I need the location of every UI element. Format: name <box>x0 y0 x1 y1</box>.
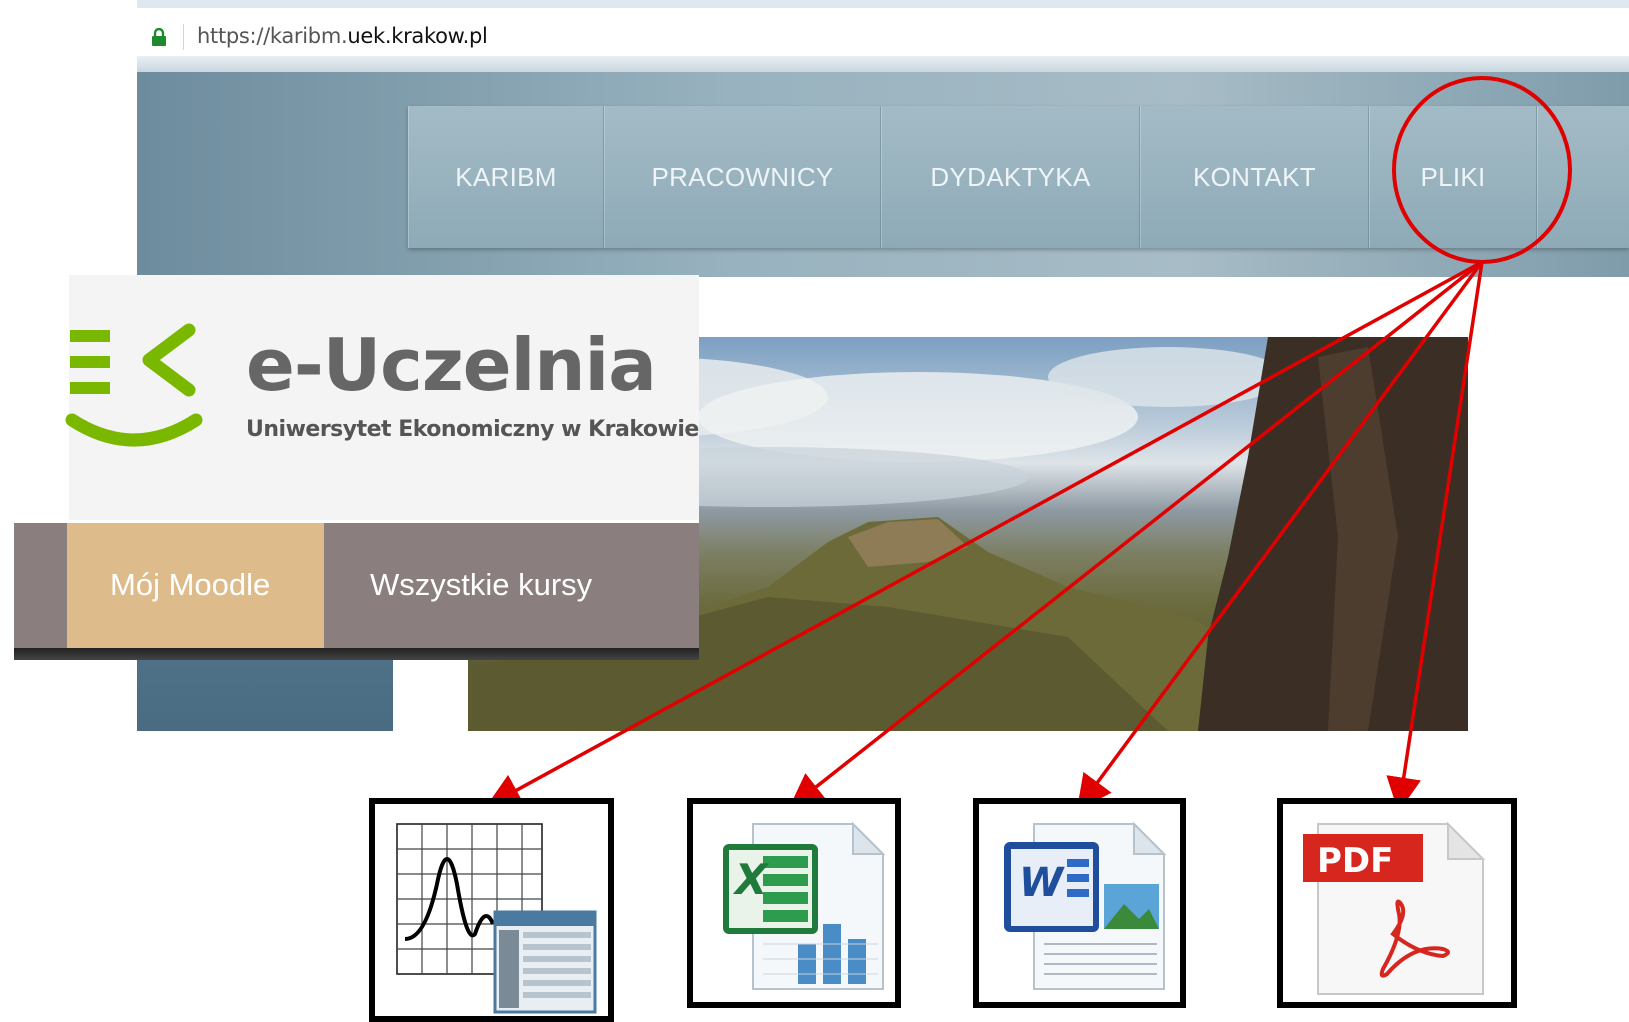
pdf-file-icon: PDF <box>1303 821 1486 995</box>
file-box-excel[interactable]: X <box>687 798 901 1008</box>
data-analysis-file-icon <box>396 823 597 1014</box>
file-box-data[interactable] <box>369 798 614 1022</box>
arrow-to-data-file <box>485 260 1483 808</box>
file-box-word[interactable]: W <box>973 798 1186 1008</box>
highlight-circle <box>1392 76 1572 264</box>
excel-file-icon: X <box>723 821 886 990</box>
svg-text:W: W <box>1019 860 1065 906</box>
svg-text:X: X <box>732 855 770 904</box>
arrow-to-excel-file <box>788 260 1484 809</box>
word-file-icon: W <box>1004 821 1167 990</box>
file-box-pdf[interactable]: PDF <box>1277 798 1517 1008</box>
arrow-to-word-file <box>1076 260 1484 811</box>
arrow-to-pdf-file <box>1386 261 1484 813</box>
pdf-badge: PDF <box>1317 841 1393 881</box>
